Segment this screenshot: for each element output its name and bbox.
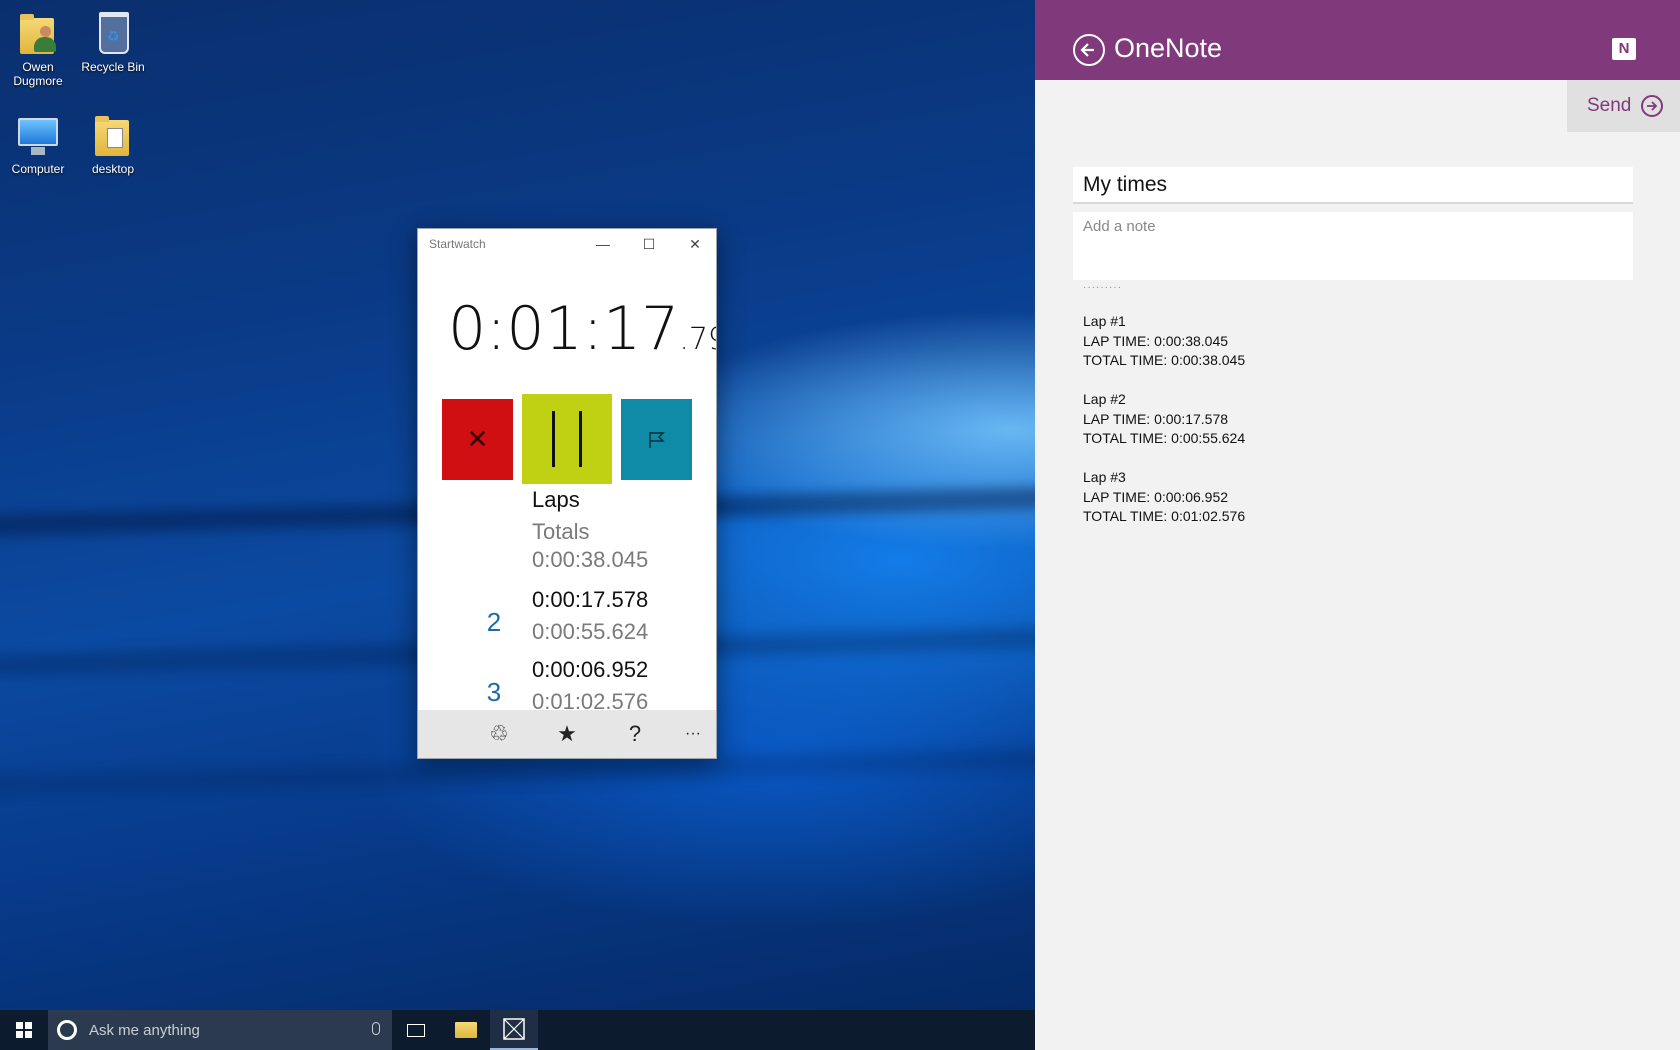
task-view-button[interactable] bbox=[392, 1010, 440, 1050]
reset-button[interactable]: ✕ bbox=[442, 399, 513, 480]
shared-lap-entry: Lap #2 LAP TIME: 0:00:17.578 TOTAL TIME:… bbox=[1083, 390, 1623, 449]
minimize-button[interactable]: — bbox=[580, 229, 626, 259]
share-icon[interactable]: ♲ bbox=[481, 718, 517, 750]
desktop-icon-recycle-bin[interactable]: ♻ Recycle Bin bbox=[77, 8, 149, 74]
desktop-icon-label: desktop bbox=[91, 162, 135, 176]
file-explorer-button[interactable] bbox=[442, 1010, 490, 1050]
start-button[interactable] bbox=[0, 1010, 48, 1050]
desktop-icon-label: Owen Dugmore bbox=[13, 60, 63, 88]
computer-icon bbox=[14, 110, 62, 158]
lap-total: 0:00:38.045 bbox=[532, 547, 649, 572]
shared-total-time: TOTAL TIME: 0:01:02.576 bbox=[1083, 508, 1246, 524]
window-title: Startwatch bbox=[429, 237, 486, 251]
totals-heading: Totals bbox=[532, 519, 590, 544]
shared-total-time: TOTAL TIME: 0:00:55.624 bbox=[1083, 430, 1246, 446]
lap-total: 0:00:55.624 bbox=[532, 619, 649, 644]
help-icon[interactable]: ? bbox=[617, 718, 653, 750]
close-icon: ✕ bbox=[466, 424, 489, 454]
lap-row: 2 0:00:17.578 0:00:55.624 bbox=[418, 587, 716, 657]
startwatch-app-icon bbox=[503, 1018, 525, 1040]
pause-icon bbox=[552, 411, 582, 467]
elapsed-time-main: 0:01:17 bbox=[448, 294, 680, 364]
file-explorer-icon bbox=[455, 1022, 477, 1038]
user-folder-icon bbox=[14, 8, 62, 56]
desktop-icon-label: Computer bbox=[11, 162, 65, 176]
maximize-button[interactable]: ☐ bbox=[626, 229, 672, 259]
shared-lap-time: LAP TIME: 0:00:17.578 bbox=[1083, 410, 1229, 427]
elapsed-time-ms: .795 bbox=[679, 322, 716, 357]
app-title: OneNote bbox=[1114, 33, 1223, 63]
lap-time: 0:00:06.952 bbox=[532, 657, 649, 682]
shared-lap-time: LAP TIME: 0:00:06.952 bbox=[1083, 488, 1229, 505]
cortana-icon bbox=[57, 1020, 77, 1040]
arrow-right-circle-icon bbox=[1641, 95, 1664, 117]
startwatch-window: Startwatch — ☐ ✕ 0:01:17.795 ✕ Laps Tota… bbox=[417, 228, 717, 759]
shared-lap-heading: Lap #2 bbox=[1083, 391, 1126, 407]
back-arrow-icon bbox=[1080, 43, 1094, 57]
desktop-icon-computer[interactable]: Computer bbox=[2, 110, 74, 176]
shared-lap-heading: Lap #3 bbox=[1083, 469, 1126, 485]
startwatch-taskbar-button[interactable] bbox=[490, 1010, 538, 1050]
windows-logo-icon bbox=[16, 1022, 32, 1038]
taskbar: Ask me anything bbox=[0, 1010, 1035, 1050]
desktop-icon-user[interactable]: Owen Dugmore bbox=[2, 8, 74, 88]
shared-lap-heading: Lap #1 bbox=[1083, 313, 1126, 329]
shared-total-time: TOTAL TIME: 0:00:38.045 bbox=[1083, 352, 1246, 368]
send-label: Send bbox=[1587, 95, 1632, 116]
desktop-icon-desktop-folder[interactable]: desktop bbox=[77, 110, 149, 176]
send-button[interactable]: Send bbox=[1567, 80, 1680, 132]
folder-icon bbox=[89, 110, 137, 158]
microphone-icon[interactable] bbox=[372, 1022, 380, 1035]
lap-number: 2 bbox=[486, 607, 502, 637]
shared-lap-time: LAP TIME: 0:00:38.045 bbox=[1083, 332, 1229, 349]
shared-lap-entry: Lap #3 LAP TIME: 0:00:06.952 TOTAL TIME:… bbox=[1083, 468, 1623, 527]
elapsed-time-display: 0:01:17.795 bbox=[448, 299, 716, 370]
laps-heading: Laps bbox=[532, 487, 580, 512]
lap-button[interactable] bbox=[621, 399, 692, 480]
onenote-share-panel: OneNote N Send My times Add a note ·····… bbox=[1035, 0, 1680, 1050]
pause-button[interactable] bbox=[522, 394, 612, 484]
flag-icon bbox=[648, 431, 665, 448]
lap-time: 0:00:17.578 bbox=[532, 587, 649, 612]
more-options-icon[interactable]: ··· bbox=[675, 718, 711, 750]
lap-number: 3 bbox=[486, 677, 502, 707]
lap-row: 3 0:00:06.952 0:01:02.576 bbox=[418, 657, 716, 712]
note-title-input[interactable]: My times bbox=[1073, 167, 1633, 204]
onenote-header: OneNote N bbox=[1035, 0, 1680, 80]
note-input[interactable]: Add a note bbox=[1073, 212, 1633, 280]
content-divider: ········· bbox=[1083, 282, 1122, 293]
desktop-icon-label: Recycle Bin bbox=[81, 60, 145, 74]
shared-content: Lap #1 LAP TIME: 0:00:38.045 TOTAL TIME:… bbox=[1083, 312, 1623, 546]
favorite-star-icon[interactable]: ★ bbox=[549, 718, 585, 750]
close-button[interactable]: ✕ bbox=[672, 229, 716, 259]
app-bar: ♲ ★ ? ··· bbox=[418, 710, 716, 758]
recycle-bin-icon: ♻ bbox=[89, 8, 137, 56]
onenote-logo-icon: N bbox=[1612, 38, 1636, 60]
shared-lap-entry: Lap #1 LAP TIME: 0:00:38.045 TOTAL TIME:… bbox=[1083, 312, 1623, 371]
cortana-search-box[interactable]: Ask me anything bbox=[48, 1010, 392, 1050]
lap-total: 0:01:02.576 bbox=[532, 689, 649, 712]
title-bar[interactable]: Startwatch — ☐ ✕ bbox=[418, 229, 716, 259]
task-view-icon bbox=[407, 1023, 425, 1037]
lap-list[interactable]: 0:00:38.045 2 0:00:17.578 0:00:55.624 3 … bbox=[418, 547, 716, 712]
back-button[interactable] bbox=[1073, 34, 1105, 66]
search-placeholder: Ask me anything bbox=[89, 1021, 200, 1039]
lap-row: 0:00:38.045 bbox=[418, 547, 716, 585]
